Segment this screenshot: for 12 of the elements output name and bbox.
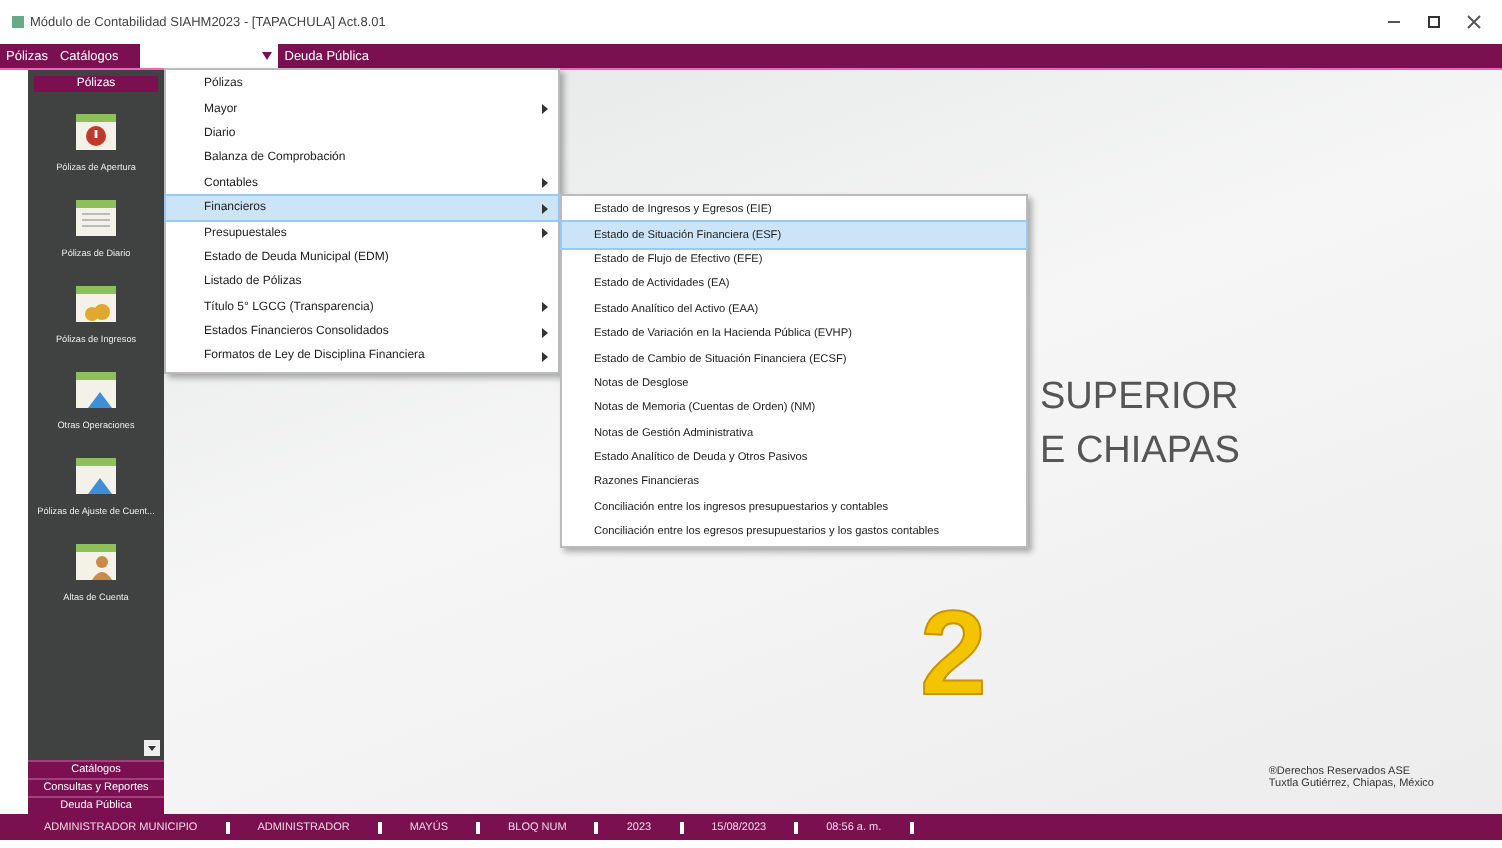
sheet-icon[interactable] [75, 200, 116, 236]
background-title-text: SUPERIOR [1040, 374, 1240, 422]
close-icon[interactable] [1466, 14, 1482, 30]
sheet-icon[interactable] [75, 458, 116, 494]
annotation-number: 2 [920, 594, 987, 714]
person-sheet-icon[interactable] [75, 544, 116, 580]
dropdown-arrow-icon[interactable] [144, 740, 160, 756]
caret-icon [262, 52, 273, 60]
app-icon [12, 16, 24, 28]
alert-sheet-icon[interactable] [76, 114, 116, 150]
background-title-text: E CHIAPAS [1040, 428, 1240, 476]
maximize-icon[interactable] [1426, 14, 1442, 30]
